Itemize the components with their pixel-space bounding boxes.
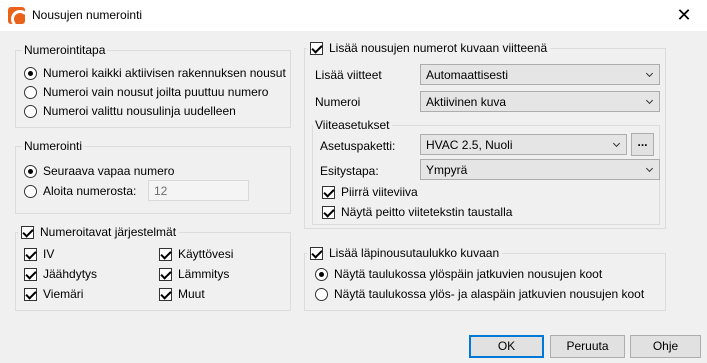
settings-pkg-select[interactable]: HVAC 2.5, Nuoli: [420, 134, 627, 155]
radio-start-from[interactable]: Aloita numerosta:: [24, 183, 136, 199]
add-refs-select[interactable]: Automaattisesti: [420, 64, 660, 85]
checkbox[interactable]: [24, 267, 37, 281]
radio-label: Näytä taulukossa ylös- ja alaspäin jatku…: [334, 287, 645, 301]
checkbox-domestic-water[interactable]: Käyttövesi: [159, 246, 233, 262]
checkbox-label: Jäähdytys: [43, 267, 98, 281]
radio-label: Seuraava vapaa numero: [43, 164, 175, 178]
display-value: Ympyrä: [426, 162, 468, 177]
checkbox-heating[interactable]: Lämmitys: [159, 266, 229, 282]
help-button[interactable]: Ohje: [630, 335, 701, 358]
title-bar: Nousujen numerointi ✕: [0, 0, 707, 31]
ref-settings-legend: Viiteasetukset: [313, 118, 392, 132]
display-select[interactable]: Ympyrä: [420, 159, 660, 180]
chevron-down-icon: [643, 65, 659, 84]
checkbox-show-mask[interactable]: Näytä peitto viitetekstin taustalla: [322, 204, 512, 220]
radio-button[interactable]: [24, 66, 37, 80]
radio-label: Numeroi vain nousut joilta puuttuu numer…: [43, 85, 269, 99]
ok-button[interactable]: OK: [469, 335, 544, 358]
checkbox[interactable]: [322, 185, 335, 199]
add-refs-label: Lisää viitteet: [315, 68, 382, 82]
radio-button[interactable]: [24, 85, 37, 99]
radio-button[interactable]: [24, 184, 37, 198]
checkbox-label: IV: [43, 247, 55, 261]
systems-legend: Numeroitavat järjestelmät: [40, 225, 177, 239]
checkbox-cooling[interactable]: Jäähdytys: [24, 266, 97, 282]
radio-button[interactable]: [315, 267, 328, 281]
checkbox[interactable]: [322, 205, 335, 219]
add-refs-legend-checkbox[interactable]: Lisää nousujen numerot kuvaan viitteenä: [307, 40, 551, 56]
radio-button[interactable]: [24, 164, 37, 178]
start-number-input[interactable]: 12: [148, 180, 249, 201]
numbering-value: Aktiivinen kuva: [426, 94, 507, 109]
checkbox-label: Lämmitys: [178, 267, 230, 281]
numbering-legend: Numerointi: [22, 139, 85, 153]
close-button[interactable]: ✕: [661, 0, 707, 31]
checkbox[interactable]: [310, 41, 323, 55]
checkbox-label: Käyttövesi: [178, 247, 234, 261]
checkbox[interactable]: [21, 225, 34, 239]
radio-button[interactable]: [315, 287, 328, 301]
checkbox[interactable]: [24, 287, 37, 301]
settings-pkg-label: Asetuspaketti:: [320, 139, 396, 153]
radio-number-all[interactable]: Numeroi kaikki aktiivisen rakennuksen no…: [24, 65, 286, 81]
radio-button[interactable]: [24, 104, 37, 118]
radio-label: Numeroi kaikki aktiivisen rakennuksen no…: [43, 66, 286, 80]
radio-up-down-sizes[interactable]: Näytä taulukossa ylös- ja alaspäin jatku…: [315, 286, 644, 302]
checkbox-sewer[interactable]: Viemäri: [24, 286, 83, 302]
checkbox-label: Piirrä viiteviiva: [341, 185, 418, 199]
chevron-down-icon: [643, 160, 659, 179]
checkbox-label: Näytä peitto viitetekstin taustalla: [341, 205, 513, 219]
numbering-method-legend: Numerointitapa: [22, 43, 108, 57]
numbering-select[interactable]: Aktiivinen kuva: [420, 91, 660, 112]
riser-table-legend-checkbox[interactable]: Lisää läpinousutaulukko kuvaan: [307, 245, 503, 261]
browse-button[interactable]: ...: [631, 133, 654, 156]
chevron-down-icon: [643, 92, 659, 111]
checkbox-label: Muut: [178, 287, 205, 301]
cancel-button[interactable]: Peruuta: [550, 335, 625, 358]
checkbox-label: Viemäri: [43, 287, 84, 301]
radio-label: Näytä taulukossa ylöspäin jatkuvien nous…: [334, 267, 603, 281]
radio-label: Aloita numerosta:: [43, 184, 137, 198]
radio-number-missing[interactable]: Numeroi vain nousut joilta puuttuu numer…: [24, 84, 268, 100]
checkbox[interactable]: [159, 247, 172, 261]
checkbox-draw-leader[interactable]: Piirrä viiteviiva: [322, 184, 418, 200]
numbering-label: Numeroi: [315, 95, 361, 109]
radio-label: Numeroi valittu nousulinja uudelleen: [43, 104, 236, 118]
add-refs-legend: Lisää nousujen numerot kuvaan viitteenä: [329, 41, 548, 55]
checkbox-other[interactable]: Muut: [159, 286, 205, 302]
radio-next-free[interactable]: Seuraava vapaa numero: [24, 163, 174, 179]
radio-renumber-selected[interactable]: Numeroi valittu nousulinja uudelleen: [24, 103, 236, 119]
systems-legend-checkbox[interactable]: Numeroitavat järjestelmät: [18, 224, 180, 240]
display-label: Esitystapa:: [320, 164, 379, 178]
checkbox[interactable]: [159, 267, 172, 281]
checkbox[interactable]: [159, 287, 172, 301]
add-refs-value: Automaattisesti: [426, 67, 509, 82]
app-logo-icon: [8, 7, 25, 24]
window-title: Nousujen numerointi: [32, 8, 143, 22]
radio-upward-sizes[interactable]: Näytä taulukossa ylöspäin jatkuvien nous…: [315, 266, 602, 282]
chevron-down-icon: [610, 135, 626, 154]
checkbox[interactable]: [310, 246, 323, 260]
checkbox[interactable]: [24, 247, 37, 261]
settings-pkg-value: HVAC 2.5, Nuoli: [426, 137, 513, 152]
riser-table-group: [304, 253, 666, 311]
riser-table-legend: Lisää läpinousutaulukko kuvaan: [329, 246, 500, 260]
checkbox-iv[interactable]: IV: [24, 246, 54, 262]
